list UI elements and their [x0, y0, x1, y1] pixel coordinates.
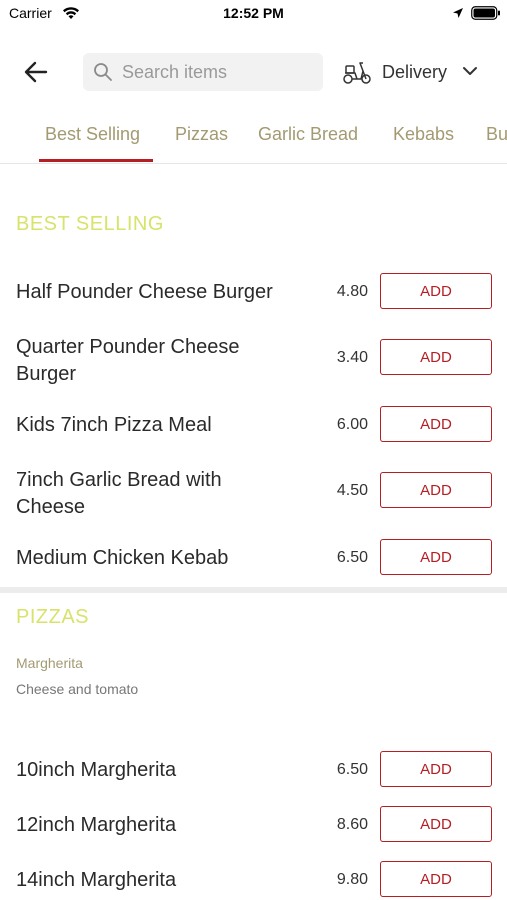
add-button[interactable]: ADD [380, 273, 492, 309]
delivery-selector[interactable]: Delivery [342, 56, 492, 88]
menu-item-price: 3.40 [336, 349, 368, 366]
category-tabs: Best Selling Pizzas Garlic Bread Kebabs … [0, 112, 507, 164]
section-title-pizzas: PIZZAS [16, 606, 90, 628]
menu-item-name: Quarter Pounder Cheese Burger [16, 336, 240, 385]
add-button[interactable]: ADD [380, 861, 492, 897]
menu-item-name: Half Pounder Cheese Burger [16, 281, 273, 303]
menu-item-name: Kids 7inch Pizza Meal [16, 414, 212, 436]
menu-item-name: 12inch Margherita [16, 814, 177, 836]
chevron-down-icon [463, 67, 477, 75]
subgroup-description: Cheese and tomato [16, 681, 139, 697]
section-divider [0, 587, 507, 593]
add-button[interactable]: ADD [380, 751, 492, 787]
menu-item-price: 4.50 [336, 482, 368, 499]
menu-item-name: 10inch Margherita [16, 759, 177, 781]
add-button[interactable]: ADD [380, 406, 492, 442]
search-placeholder: Search items [122, 62, 228, 82]
status-bar: Carrier 12:52 PM [0, 0, 507, 30]
menu-item-price: 9.80 [336, 871, 368, 888]
subgroup-title: Margherita [16, 655, 83, 671]
battery-icon [471, 6, 500, 20]
menu-item-name: 7inch Garlic Bread with Cheese [16, 469, 222, 518]
menu-item-price: 4.80 [336, 283, 368, 300]
clock: 12:52 PM [223, 5, 284, 21]
tab-best-selling[interactable]: Best Selling [45, 124, 140, 145]
tab-pizzas[interactable]: Pizzas [175, 124, 228, 145]
tab-garlic-bread[interactable]: Garlic Bread [258, 124, 358, 145]
location-arrow-icon [453, 8, 463, 18]
section-title-best-selling: BEST SELLING [16, 213, 164, 235]
search-input[interactable]: Search items [83, 53, 323, 91]
tab-kebabs[interactable]: Kebabs [393, 124, 454, 145]
add-button[interactable]: ADD [380, 339, 492, 375]
delivery-label: Delivery [382, 62, 448, 82]
menu-item-price: 6.00 [336, 416, 368, 433]
active-tab-indicator [39, 159, 153, 162]
menu-item-name: 14inch Margherita [16, 869, 177, 891]
tab-burgers[interactable]: Bu [486, 124, 507, 145]
menu-item-name: Medium Chicken Kebab [16, 547, 229, 569]
search-icon [94, 63, 112, 81]
arrow-left-icon [24, 61, 48, 83]
menu-item-price: 8.60 [336, 816, 368, 833]
menu-item-price: 6.50 [336, 549, 368, 566]
scooter-icon [343, 62, 371, 84]
menu-item-price: 6.50 [336, 761, 368, 778]
add-button[interactable]: ADD [380, 539, 492, 575]
add-button[interactable]: ADD [380, 472, 492, 508]
back-button[interactable] [22, 58, 50, 86]
add-button[interactable]: ADD [380, 806, 492, 842]
